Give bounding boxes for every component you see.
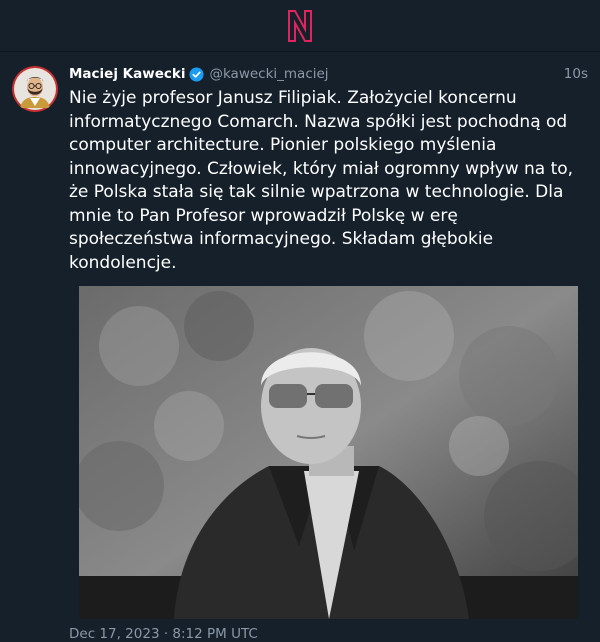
nitter-logo-icon	[288, 9, 312, 42]
tweet-image[interactable]	[79, 286, 578, 619]
tweet-content: Maciej Kawecki @kawecki_maciej 10s Nie ż…	[69, 66, 588, 642]
tweet-header: Maciej Kawecki @kawecki_maciej 10s	[69, 66, 588, 82]
page: Maciej Kawecki @kawecki_maciej 10s Nie ż…	[0, 0, 600, 642]
tweet-text: Nie żyje profesor Janusz Filipiak. Założ…	[69, 88, 579, 273]
author-handle[interactable]: @kawecki_maciej	[209, 66, 328, 82]
app-logo[interactable]	[286, 9, 314, 43]
relative-time[interactable]: 10s	[564, 66, 588, 82]
avatar[interactable]	[12, 66, 58, 112]
tweet-date[interactable]: Dec 17, 2023 · 8:12 PM UTC	[69, 625, 588, 642]
top-bar	[0, 0, 600, 52]
tweet[interactable]: Maciej Kawecki @kawecki_maciej 10s Nie ż…	[0, 52, 600, 642]
author-name[interactable]: Maciej Kawecki	[69, 66, 185, 82]
tweet-photo	[79, 286, 578, 619]
avatar-image	[12, 66, 58, 112]
verified-badge-icon	[189, 66, 204, 82]
